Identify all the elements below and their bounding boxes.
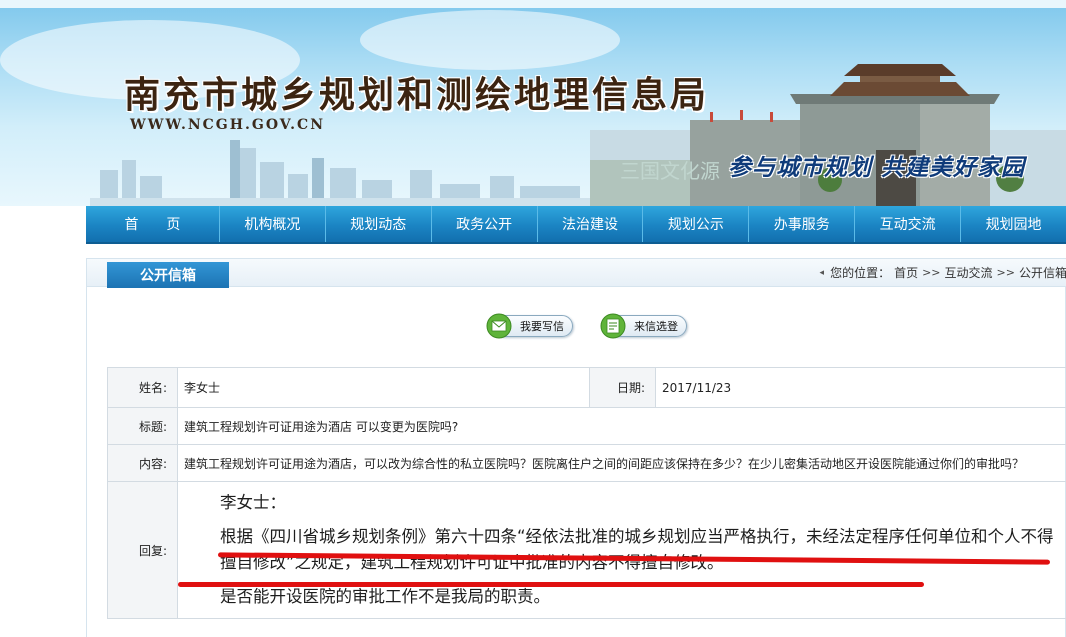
date-label: 日期:: [589, 367, 656, 408]
write-letter-button[interactable]: 我要写信: [485, 309, 573, 343]
section-tab: 公开信箱: [107, 262, 229, 288]
nav-item-services[interactable]: 办事服务: [749, 206, 856, 242]
main-nav: 首页 机构概况 规划动态 政务公开 法治建设 规划公示 办事服务 互动交流 规划…: [86, 206, 1066, 244]
nav-item-interaction[interactable]: 互动交流: [855, 206, 962, 242]
nav-item-planning-news[interactable]: 规划动态: [326, 206, 432, 242]
write-letter-icon: [486, 313, 512, 339]
reply-paragraph-1: 根据《四川省城乡规划条例》第六十四条“经依法批准的城乡规划应当严格执行，未经法定…: [220, 527, 1054, 572]
city-gate-image: 三国文化源: [590, 64, 1066, 206]
breadcrumb-separator: >>: [996, 266, 1015, 279]
reply-greeting: 李女士：: [220, 493, 286, 512]
reply-text: 李女士： 根据《四川省城乡规划条例》第六十四条“经依法批准的城乡规划应当严格执行…: [178, 482, 1066, 618]
nav-item-planning-notice[interactable]: 规划公示: [643, 206, 750, 242]
site-url: WWW.NCGH.GOV.CN: [130, 117, 325, 133]
content-value: 建筑工程规划许可证用途为酒店，可以改为综合性的私立医院吗？医院离住户之间的间距应…: [177, 444, 1066, 482]
breadcrumb: ◂ 您的位置： 首页 >> 互动交流 >> 公开信箱: [820, 264, 1066, 281]
city-skyline-image: [90, 140, 650, 206]
page: 南充市城乡规划和测绘地理信息局 WWW.NCGH.GOV.CN 三国文化源 参与…: [0, 0, 1066, 637]
breadcrumb-link-home[interactable]: 首页: [894, 264, 918, 281]
table-row: 回复: 李女士： 根据《四川省城乡规划条例》第六十四条“经依法批准的城乡规划应当…: [107, 481, 1066, 619]
breadcrumb-arrow-icon: ◂: [819, 267, 825, 278]
breadcrumb-current[interactable]: 公开信箱: [1019, 264, 1066, 281]
letter-selection-button[interactable]: 来信选登: [599, 309, 687, 343]
nav-item-rule-of-law[interactable]: 法治建设: [538, 206, 644, 242]
site-banner: 南充市城乡规划和测绘地理信息局 WWW.NCGH.GOV.CN 三国文化源 参与…: [0, 0, 1066, 206]
table-row: 内容: 建筑工程规划许可证用途为酒店，可以改为综合性的私立医院吗？医院离住户之间…: [107, 444, 1066, 482]
subject-label: 标题:: [107, 407, 178, 445]
cloud-decoration: [360, 10, 620, 70]
nav-item-government-affairs[interactable]: 政务公开: [432, 206, 538, 242]
table-row: 姓名: 李女士 日期: 2017/11/23: [107, 367, 1066, 408]
mailbox-panel: 公开信箱 ◂ 您的位置： 首页 >> 互动交流 >> 公开信箱 我要写信 来信选…: [86, 258, 1066, 637]
date-value: 2017/11/23: [655, 367, 1066, 408]
subject-value: 建筑工程规划许可证用途为酒店 可以变更为医院吗?: [177, 407, 1066, 445]
name-value: 李女士: [177, 367, 590, 408]
reply-label: 回复:: [107, 481, 178, 619]
svg-text:三国文化源: 三国文化源: [620, 159, 720, 183]
top-band: [0, 0, 1066, 8]
site-slogan: 参与城市规划 共建美好家园: [728, 154, 1026, 181]
reply-paragraph-2: 是否能开设医院的审批工作不是我局的职责。: [220, 587, 550, 606]
name-label: 姓名:: [107, 367, 178, 408]
breadcrumb-separator: >>: [922, 266, 941, 279]
letter-detail-table: 姓名: 李女士 日期: 2017/11/23 标题: 建筑工程规划许可证用途为酒…: [107, 367, 1066, 619]
nav-item-home[interactable]: 首页: [86, 206, 220, 242]
nav-item-planning-garden[interactable]: 规划园地: [961, 206, 1066, 242]
content-label: 内容:: [107, 444, 178, 482]
table-row: 标题: 建筑工程规划许可证用途为酒店 可以变更为医院吗?: [107, 407, 1066, 445]
breadcrumb-prefix: 您的位置：: [830, 266, 891, 280]
reply-cell: 李女士： 根据《四川省城乡规划条例》第六十四条“经依法批准的城乡规划应当严格执行…: [177, 481, 1066, 619]
breadcrumb-link-interaction[interactable]: 互动交流: [945, 264, 993, 281]
nav-item-organization[interactable]: 机构概况: [220, 206, 326, 242]
red-underline-annotation: [178, 582, 924, 587]
letter-selection-icon: [600, 313, 626, 339]
panel-header: 公开信箱 ◂ 您的位置： 首页 >> 互动交流 >> 公开信箱: [87, 259, 1066, 288]
